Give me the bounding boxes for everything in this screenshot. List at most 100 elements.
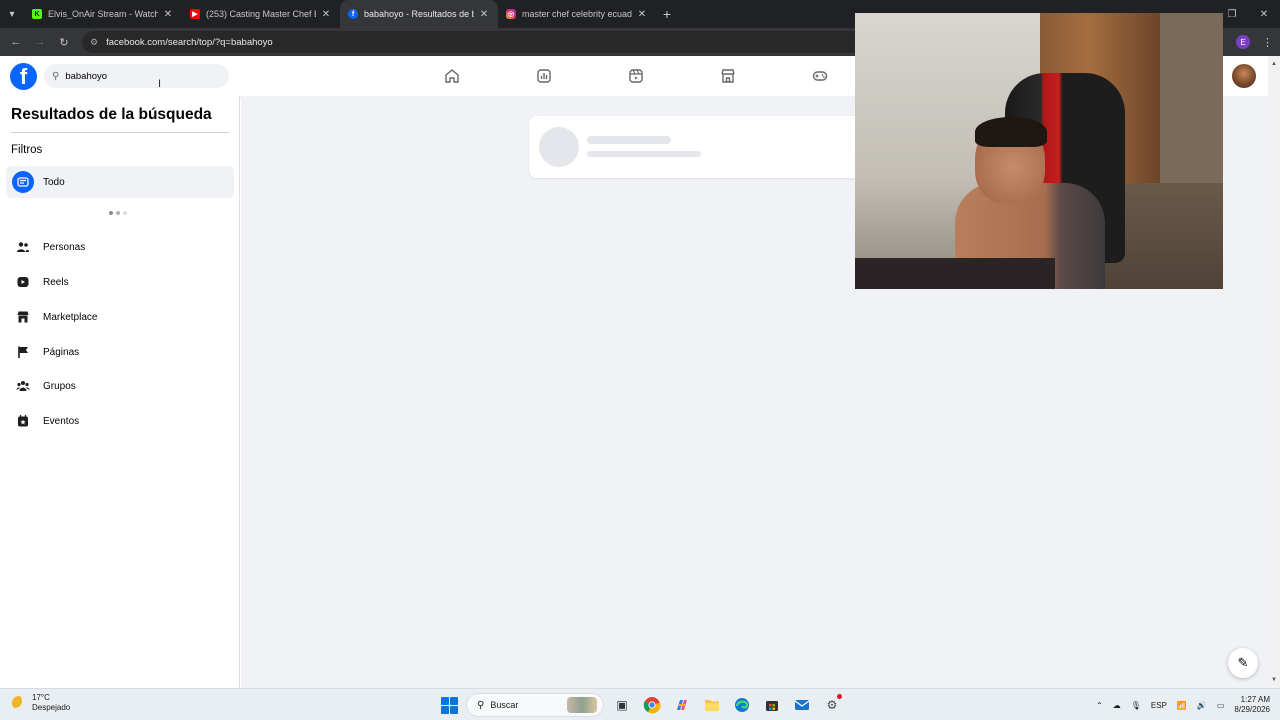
filter-item-todo[interactable]: Todo [6, 166, 234, 198]
browser-menu-icon[interactable]: ⋮ [1262, 36, 1273, 49]
close-icon[interactable]: ✕ [478, 9, 490, 20]
search-icon: ⚲ [52, 70, 60, 82]
forward-icon[interactable]: → [28, 36, 52, 48]
loading-indicator [109, 211, 127, 215]
new-message-button[interactable]: ✎ [1228, 648, 1258, 678]
video-icon[interactable] [590, 56, 682, 96]
chrome-icon[interactable] [640, 693, 664, 717]
url-text: facebook.com/search/top/?q=babahoyo [106, 36, 273, 48]
temperature: 17°C [32, 693, 50, 702]
browser-tab-active[interactable]: f babahoyo - Resultados de búsqueda ✕ [340, 0, 498, 28]
gaming-icon[interactable] [774, 56, 866, 96]
wifi-icon[interactable]: 📶 [1177, 701, 1187, 710]
search-filters-sidebar: Resultados de la búsqueda Filtros Todo P… [0, 96, 240, 688]
divider [11, 132, 229, 133]
tab-title: babahoyo - Resultados de búsqueda [364, 9, 474, 19]
browser-tab[interactable]: K Elvis_OnAir Stream - Watch Live ✕ [24, 0, 182, 28]
people-icon [12, 236, 34, 258]
account-avatar[interactable] [1232, 64, 1256, 88]
search-icon: ⚲ [477, 699, 485, 711]
skeleton-avatar [539, 127, 579, 167]
filter-label: Páginas [43, 346, 80, 358]
microphone-icon[interactable]: 🎙 [1131, 701, 1141, 710]
events-icon [12, 410, 34, 432]
mail-icon[interactable] [790, 693, 814, 717]
compose-icon: ✎ [1237, 655, 1249, 670]
clock-date: 8/29/2026 [1234, 705, 1270, 714]
copilot-icon[interactable] [670, 693, 694, 717]
webcam-overlay [855, 13, 1223, 289]
site-settings-icon[interactable]: ⚙ [90, 37, 98, 48]
store-icon[interactable] [760, 693, 784, 717]
weather-description: Despejado [32, 703, 71, 712]
settings-icon[interactable]: ⚙ [820, 693, 844, 717]
skeleton-line [587, 151, 701, 157]
file-explorer-icon[interactable] [700, 693, 724, 717]
close-icon[interactable]: ✕ [320, 9, 332, 20]
instagram-icon: ◎ [506, 9, 516, 19]
system-tray: ⌃ ☁ 🎙 ESP 📶 🔊 ▭ 1:27 AM 8/29/2026 [1096, 693, 1270, 717]
scroll-up-icon[interactable]: ▲ [1268, 58, 1280, 70]
taskbar-search-placeholder: Buscar [490, 700, 519, 710]
facebook-nav [406, 56, 866, 96]
youtube-icon: ▶ [190, 9, 200, 19]
loading-result-card [529, 116, 869, 178]
analytics-icon[interactable] [498, 56, 590, 96]
filter-item-paginas[interactable]: Páginas [6, 336, 234, 368]
browser-tab[interactable]: ▶ (253) Casting Master Chef Ecuador ✕ [182, 0, 340, 28]
scroll-down-icon[interactable]: ▼ [1268, 674, 1280, 686]
tab-search-button[interactable]: ▾ [0, 0, 24, 28]
filter-item-eventos[interactable]: Eventos [6, 405, 234, 437]
filter-item-reels[interactable]: Reels [6, 266, 234, 298]
battery-icon[interactable]: ▭ [1217, 701, 1225, 710]
filter-label: Grupos [43, 380, 76, 392]
tab-title: (253) Casting Master Chef Ecuador [206, 9, 316, 19]
onedrive-icon[interactable]: ☁ [1113, 701, 1121, 710]
filter-label: Todo [43, 176, 65, 188]
weather-widget[interactable]: 17°C Despejado [12, 693, 70, 713]
clock-time: 1:27 AM [1240, 695, 1270, 704]
facebook-logo[interactable]: f [10, 63, 37, 90]
reels-icon [12, 271, 34, 293]
windows-start-icon[interactable] [438, 694, 460, 716]
tab-title: master chef celebrity ecuador - [522, 9, 632, 19]
filter-label: Eventos [43, 415, 80, 427]
marketplace-icon[interactable] [682, 56, 774, 96]
tab-title: Elvis_OnAir Stream - Watch Live [48, 9, 158, 19]
facebook-search-box[interactable]: ⚲ [44, 64, 229, 88]
chevron-up-icon[interactable]: ⌃ [1096, 701, 1103, 710]
close-icon[interactable]: ✕ [636, 9, 648, 20]
back-icon[interactable]: ← [4, 36, 28, 48]
moon-icon [12, 696, 26, 710]
filter-label: Reels [43, 276, 69, 288]
filter-item-marketplace[interactable]: Marketplace [6, 301, 234, 333]
browser-tab[interactable]: ◎ master chef celebrity ecuador - ✕ [498, 0, 656, 28]
close-icon[interactable]: ✕ [162, 9, 174, 20]
groups-icon [12, 375, 34, 397]
profile-avatar[interactable]: E [1236, 35, 1250, 49]
page-scrollbar[interactable]: ▲ ▼ [1268, 56, 1280, 688]
taskbar-clock[interactable]: 1:27 AM 8/29/2026 [1234, 695, 1270, 715]
volume-icon[interactable]: 🔊 [1197, 701, 1207, 710]
close-window-icon[interactable]: ✕ [1248, 9, 1280, 20]
all-results-icon [12, 171, 34, 193]
task-view-icon[interactable]: ▣ [610, 693, 634, 717]
filter-item-grupos[interactable]: Grupos [6, 370, 234, 402]
language-indicator[interactable]: ESP [1151, 701, 1167, 710]
flag-icon [12, 341, 34, 363]
page-title: Resultados de la búsqueda [11, 106, 212, 123]
home-icon[interactable] [406, 56, 498, 96]
search-highlight-image [567, 697, 597, 713]
reload-icon[interactable]: ↻ [52, 36, 76, 49]
filter-item-personas[interactable]: Personas [6, 231, 234, 263]
kick-icon: K [32, 9, 42, 19]
skeleton-line [587, 136, 671, 144]
taskbar-search[interactable]: ⚲ Buscar [466, 693, 604, 717]
text-cursor-icon: I [158, 78, 162, 90]
facebook-icon: f [348, 9, 358, 19]
windows-taskbar: 17°C Despejado ⚲ Buscar ▣ ⚙ ⌃ ☁ 🎙 ESP 📶 … [0, 688, 1280, 720]
edge-icon[interactable] [730, 693, 754, 717]
facebook-search-input[interactable] [65, 70, 216, 82]
taskbar-apps: ⚲ Buscar ▣ ⚙ [438, 693, 844, 717]
new-tab-button[interactable]: + [656, 6, 678, 22]
